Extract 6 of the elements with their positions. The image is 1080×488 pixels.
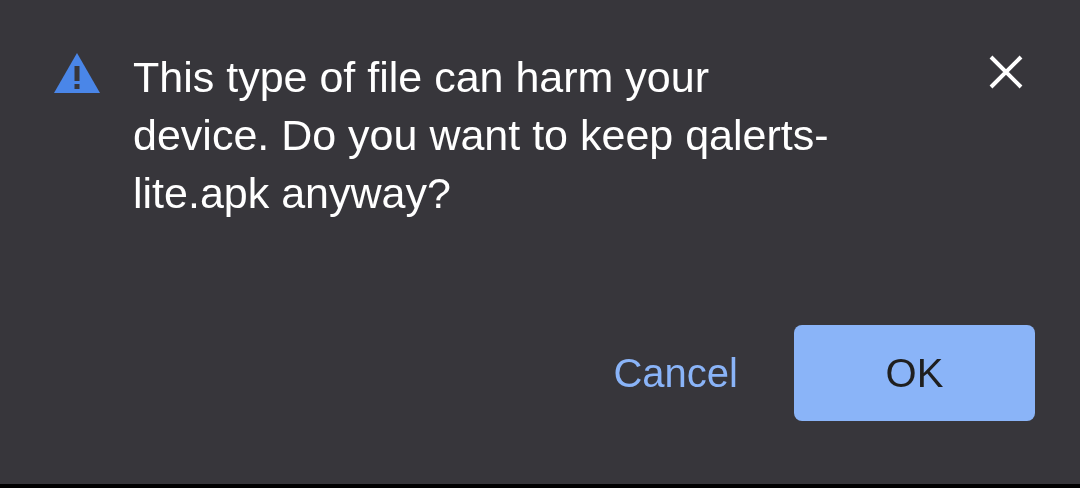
warning-message: This type of file can harm your device. Do you want to keep qalerts-lite.apk anyway?	[133, 52, 830, 219]
cancel-button[interactable]: Cancel	[597, 325, 754, 421]
close-button[interactable]	[988, 54, 1024, 90]
close-icon	[988, 54, 1024, 90]
ok-button[interactable]: OK	[794, 325, 1035, 421]
warning-icon	[53, 52, 101, 94]
